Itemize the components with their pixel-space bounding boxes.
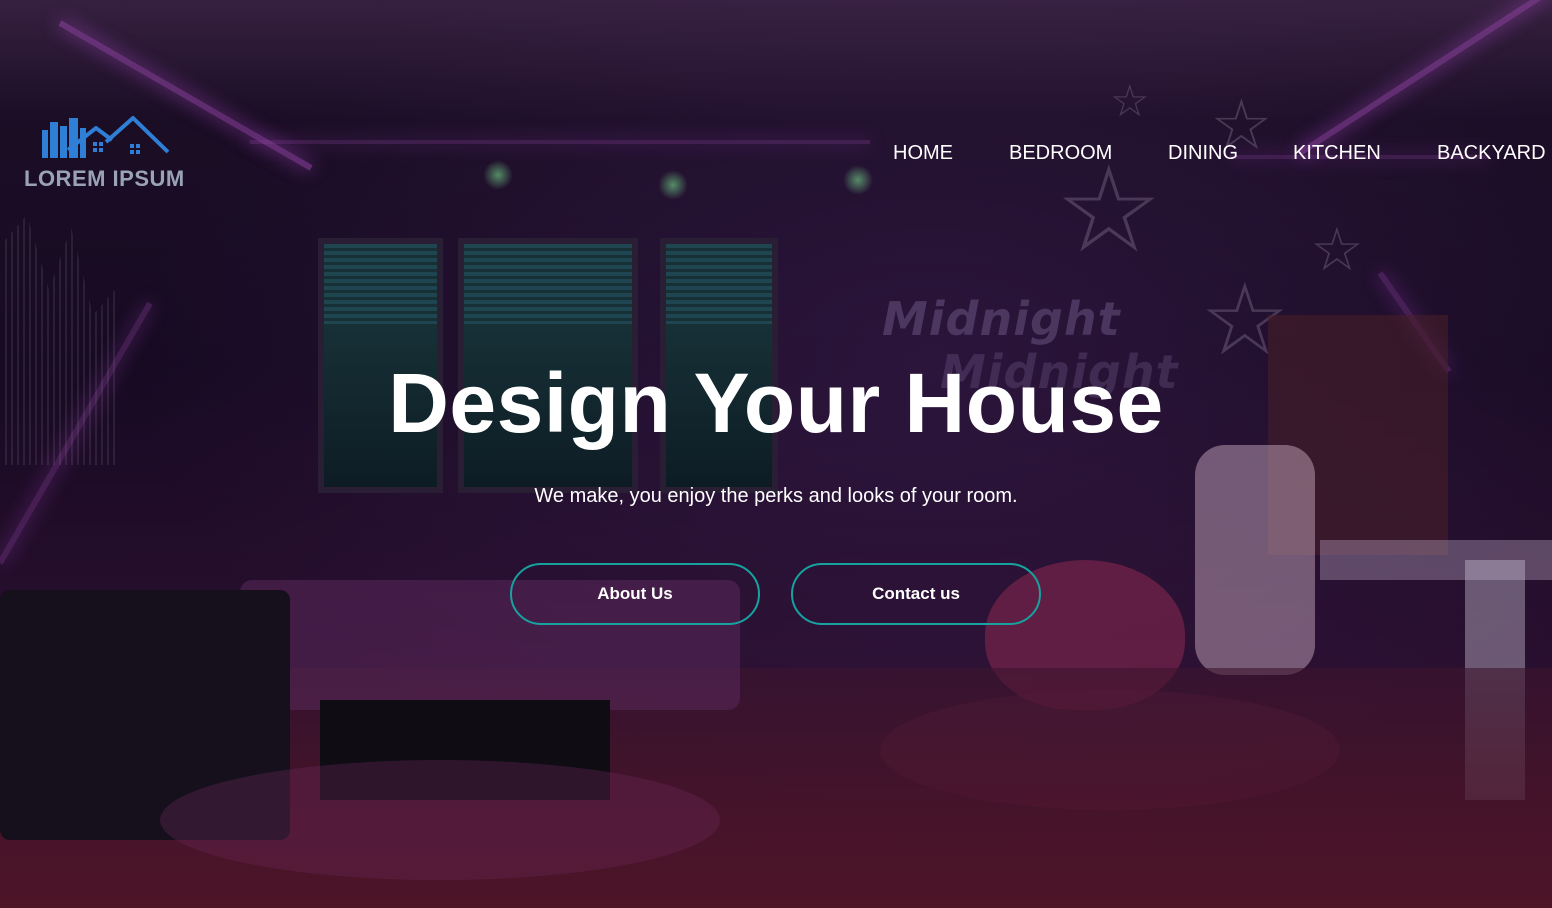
brand-logo[interactable]: LOREM IPSUM [22,112,197,194]
nav-item-bedroom[interactable]: BEDROOM [1009,142,1168,165]
nav-item-backyard[interactable]: BACKYARD [1437,142,1546,165]
about-us-button[interactable]: About Us [510,563,760,625]
main-nav: HOME BEDROOM DINING KITCHEN BACKYARD [893,142,1546,165]
brand-name: LOREM IPSUM [24,166,185,191]
contact-us-button[interactable]: Contact us [791,563,1041,625]
hero-title: Design Your House [388,356,1164,450]
nav-item-dining[interactable]: DINING [1168,142,1293,165]
nav-item-home[interactable]: HOME [893,142,1009,165]
house-skyline-logo-icon [42,116,170,158]
nav-item-kitchen[interactable]: KITCHEN [1293,142,1437,165]
hero-subtitle: We make, you enjoy the perks and looks o… [534,485,1018,507]
background-room-image: Midnight Midnight ☆ ☆ ☆ ☆ ☆ [0,0,1552,908]
hero-section: Midnight Midnight ☆ ☆ ☆ ☆ ☆ LOREM IPSUM … [0,0,1552,908]
